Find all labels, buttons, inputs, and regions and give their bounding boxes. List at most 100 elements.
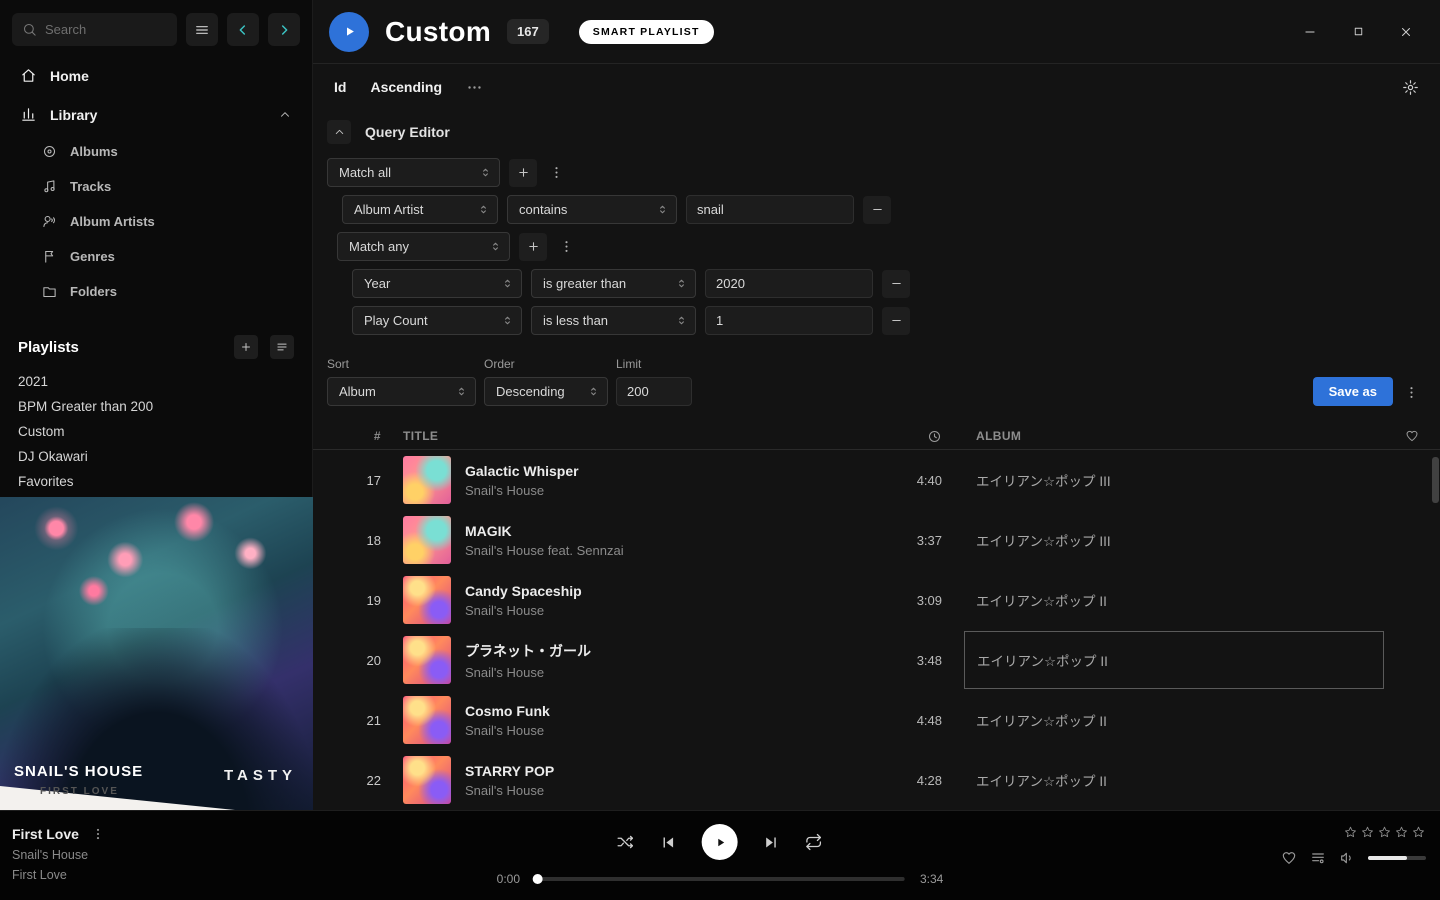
play-pause-button[interactable] (702, 824, 738, 860)
collapse-query-editor-button[interactable] (327, 120, 351, 144)
rule-field-select[interactable]: Album Artist (342, 195, 498, 224)
repeat-icon[interactable] (805, 833, 823, 851)
track-album[interactable]: エイリアン☆ポップ II (964, 631, 1384, 689)
menu-button[interactable] (186, 13, 218, 46)
sidebar-item-tracks[interactable]: Tracks (0, 169, 312, 204)
column-header-title[interactable]: TITLE (389, 429, 854, 443)
playlist-item[interactable]: BPM Greater than 200 (0, 394, 312, 419)
track-title[interactable]: プラネット・ガール (465, 641, 591, 661)
sort-select[interactable]: Album (327, 377, 476, 406)
scrollbar-thumb[interactable] (1432, 457, 1439, 503)
search-box[interactable] (12, 13, 177, 46)
sidebar-item-home[interactable]: Home (0, 56, 312, 95)
table-row[interactable]: 17 Galactic Whisper Snail's House 4:40 エ… (313, 450, 1440, 510)
gear-icon[interactable] (1402, 79, 1419, 96)
track-artist[interactable]: Snail's House (465, 483, 579, 498)
track-album[interactable]: エイリアン☆ポップ II (964, 751, 1384, 809)
previous-track-icon[interactable] (660, 834, 677, 851)
now-playing-title[interactable]: First Love (12, 826, 79, 842)
column-header-favorite[interactable] (1384, 429, 1440, 443)
window-minimize-button[interactable] (1300, 22, 1320, 42)
table-row[interactable]: 22 STARRY POP Snail's House 4:28 エイリアン☆ポ… (313, 750, 1440, 810)
column-header-index[interactable]: # (313, 429, 389, 443)
playlist-item[interactable]: 2021 (0, 369, 312, 394)
track-album[interactable]: エイリアン☆ポップ III (964, 451, 1384, 509)
sort-order-button[interactable]: Ascending (370, 79, 442, 95)
now-playing-artwork[interactable]: SNAIL'S HOUSE FIRST LOVE TASTY (0, 497, 313, 810)
remove-rule-button[interactable] (882, 270, 910, 298)
table-row[interactable]: 21 Cosmo Funk Snail's House 4:48 エイリアン☆ポ… (313, 690, 1440, 750)
rule-operator-select[interactable]: is greater than (531, 269, 696, 298)
track-title[interactable]: MAGIK (465, 523, 624, 539)
seek-handle[interactable] (533, 874, 543, 884)
shuffle-icon[interactable] (617, 833, 635, 851)
rule-operator-select[interactable]: contains (507, 195, 677, 224)
track-artist[interactable]: Snail's House (465, 723, 550, 738)
table-row[interactable]: 18 MAGIK Snail's House feat. Sennzai 3:3… (313, 510, 1440, 570)
playlist-item[interactable]: Favorites (0, 469, 312, 494)
rule-field-select[interactable]: Year (352, 269, 522, 298)
sidebar-item-folders[interactable]: Folders (0, 274, 312, 309)
star-icon[interactable] (1343, 825, 1358, 840)
rule-group-menu-icon[interactable] (546, 159, 566, 187)
track-artist[interactable]: Snail's House (465, 665, 591, 680)
window-close-button[interactable] (1396, 22, 1416, 42)
rule-operator-select[interactable]: is less than (531, 306, 696, 335)
add-rule-button[interactable] (509, 159, 537, 187)
sidebar-item-genres[interactable]: Genres (0, 239, 312, 274)
rule-value-input[interactable] (686, 195, 854, 224)
sidebar-item-album-artists[interactable]: Album Artists (0, 204, 312, 239)
track-artist[interactable]: Snail's House feat. Sennzai (465, 543, 624, 558)
nav-back-button[interactable] (227, 13, 259, 46)
search-input[interactable] (45, 22, 167, 37)
track-title[interactable]: Galactic Whisper (465, 463, 579, 479)
playlist-item[interactable]: Custom (0, 419, 312, 444)
now-playing-menu-icon[interactable] (91, 827, 105, 841)
save-menu-icon[interactable] (1401, 378, 1421, 406)
add-group-rule-button[interactable] (519, 233, 547, 261)
track-title[interactable]: STARRY POP (465, 763, 554, 779)
star-icon[interactable] (1360, 825, 1375, 840)
track-album[interactable]: エイリアン☆ポップ II (964, 691, 1384, 749)
next-track-icon[interactable] (763, 834, 780, 851)
favorite-icon[interactable] (1281, 850, 1297, 866)
star-icon[interactable] (1377, 825, 1392, 840)
remove-rule-button[interactable] (863, 196, 891, 224)
rule-value-input[interactable] (705, 269, 873, 298)
seek-bar[interactable] (535, 877, 905, 881)
sidebar-item-library[interactable]: Library (0, 95, 312, 134)
volume-icon[interactable] (1339, 850, 1355, 866)
nav-forward-button[interactable] (268, 13, 300, 46)
more-options-icon[interactable] (466, 79, 483, 96)
sidebar-item-albums[interactable]: Albums (0, 134, 312, 169)
track-artist[interactable]: Snail's House (465, 783, 554, 798)
remove-rule-button[interactable] (882, 307, 910, 335)
playlist-list-button[interactable] (270, 335, 294, 359)
volume-slider[interactable] (1368, 856, 1426, 860)
track-album[interactable]: エイリアン☆ポップ II (964, 571, 1384, 629)
window-maximize-button[interactable] (1348, 22, 1368, 42)
column-header-album[interactable]: ALBUM (964, 429, 1384, 443)
order-select[interactable]: Descending (484, 377, 608, 406)
playlist-play-button[interactable] (329, 12, 369, 52)
group-menu-icon[interactable] (556, 233, 576, 261)
track-artist[interactable]: Snail's House (465, 603, 582, 618)
add-playlist-button[interactable] (234, 335, 258, 359)
track-album[interactable]: エイリアン☆ポップ III (964, 511, 1384, 569)
star-icon[interactable] (1411, 825, 1426, 840)
track-title[interactable]: Cosmo Funk (465, 703, 550, 719)
rule-value-input[interactable] (705, 306, 873, 335)
now-playing-album[interactable]: First Love (12, 868, 105, 882)
match-type-select[interactable]: Match all (327, 158, 500, 187)
track-title[interactable]: Candy Spaceship (465, 583, 582, 599)
limit-input[interactable] (616, 377, 692, 406)
star-icon[interactable] (1394, 825, 1409, 840)
column-header-duration[interactable] (854, 429, 964, 444)
now-playing-artist[interactable]: Snail's House (12, 848, 105, 862)
table-row[interactable]: 19 Candy Spaceship Snail's House 3:09 エイ… (313, 570, 1440, 630)
queue-icon[interactable] (1310, 850, 1326, 866)
playlist-item[interactable]: DJ Okawari (0, 444, 312, 469)
sort-field-button[interactable]: Id (334, 79, 346, 95)
group-match-type-select[interactable]: Match any (337, 232, 510, 261)
rule-field-select[interactable]: Play Count (352, 306, 522, 335)
